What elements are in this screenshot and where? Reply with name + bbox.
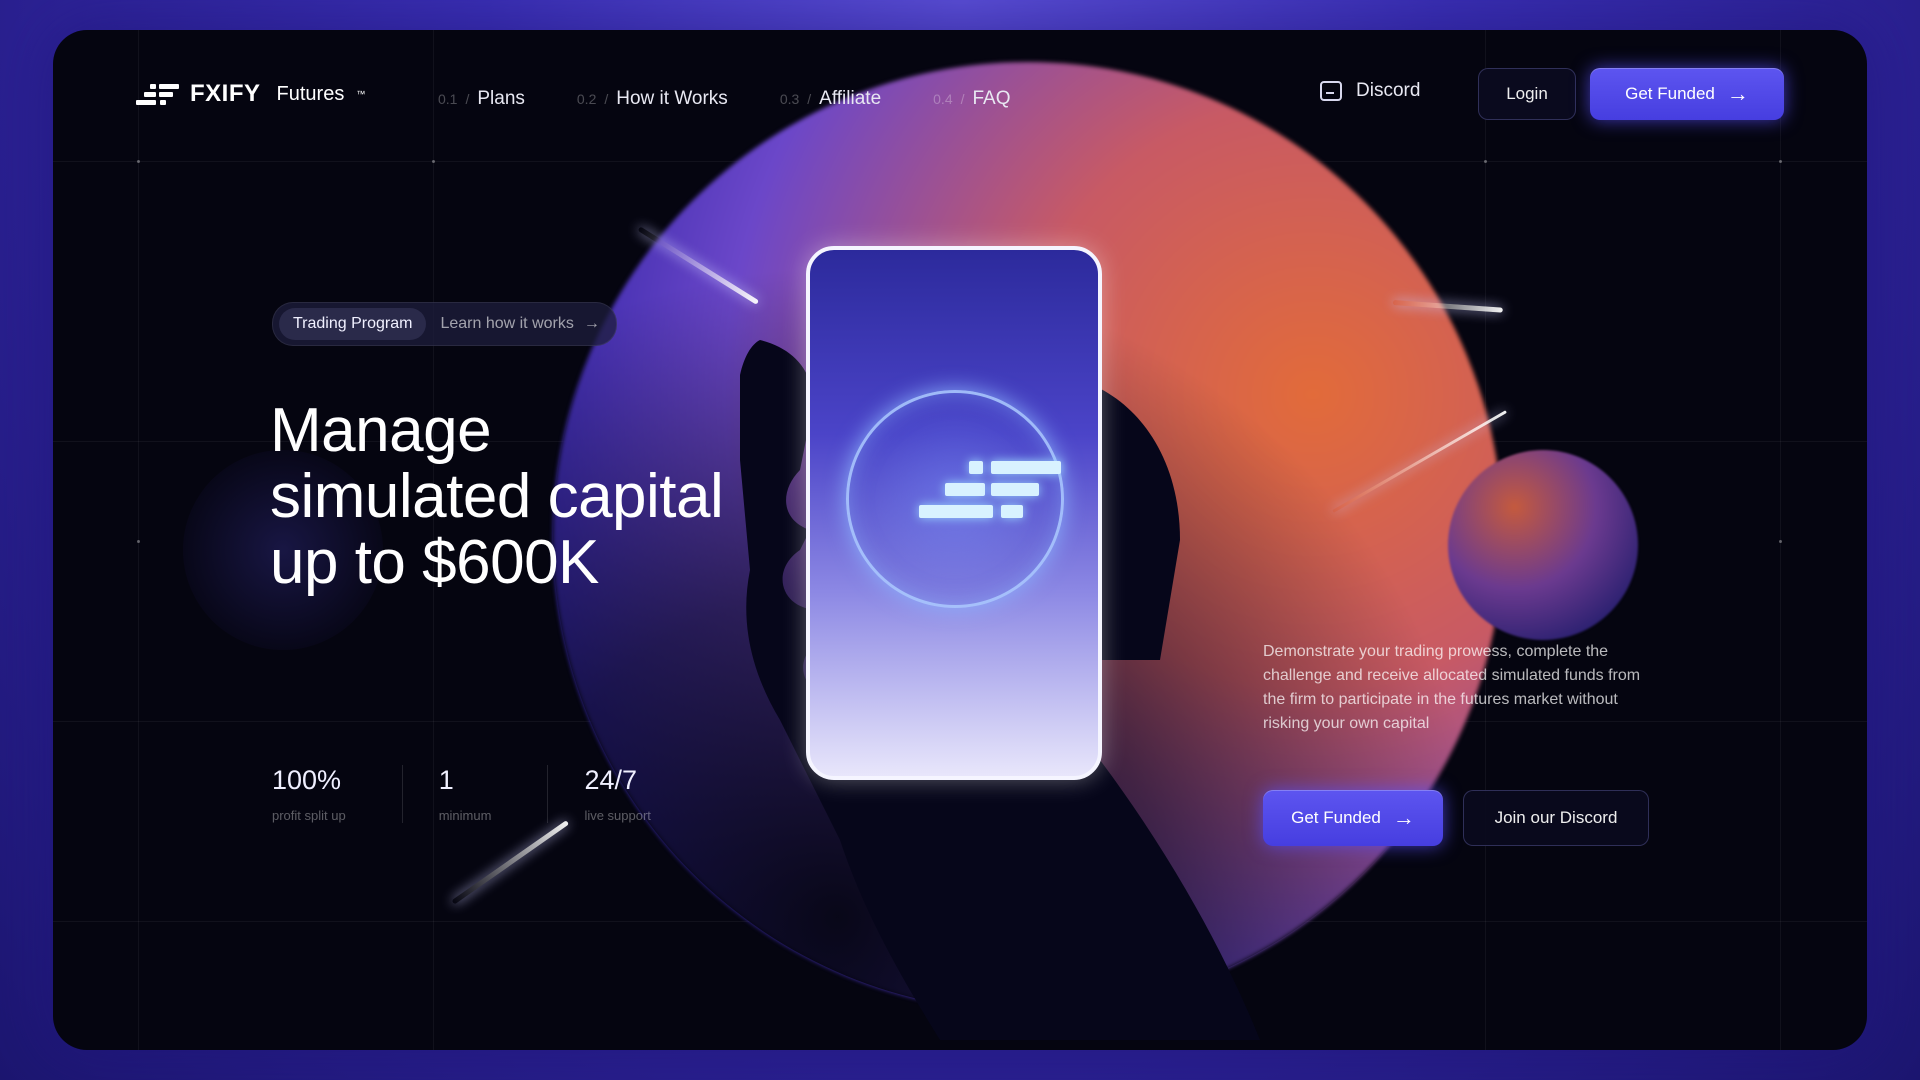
hero-headline: Manage simulated capital up to $600K	[270, 396, 724, 597]
headline-line: up to $600K	[270, 528, 599, 597]
trademark-symbol: ™	[356, 89, 366, 99]
arrow-right-icon: →	[1726, 81, 1749, 106]
grid-dot	[432, 160, 435, 163]
nav-item-plans[interactable]: 0.1 / Plans	[438, 88, 525, 110]
brand-name: FXIFY	[190, 80, 261, 107]
nav-separator: /	[960, 91, 965, 107]
discord-label: Discord	[1356, 80, 1421, 101]
get-funded-button[interactable]: Get Funded →	[1590, 68, 1784, 120]
stats-row: 100% profit split up 1 minimum 24/7 live…	[272, 765, 743, 823]
learn-how-link[interactable]: Learn how it works →	[440, 315, 609, 333]
headline-line: simulated capital	[270, 462, 724, 531]
fxify-logo-icon	[136, 81, 180, 107]
arrow-right-icon: →	[583, 315, 600, 332]
grid-dot	[1484, 160, 1487, 163]
phone-logo-ring	[846, 390, 1064, 608]
program-tag[interactable]: Trading Program	[279, 308, 427, 340]
discord-link[interactable]: Discord	[1320, 80, 1420, 102]
nav-number: 0.4	[933, 91, 953, 107]
stat-value: 1	[438, 765, 454, 795]
main-nav: 0.1 / Plans 0.2 / How it Works 0.3 / Aff…	[438, 88, 1011, 110]
stat-label: profit split up	[272, 808, 346, 823]
nav-label: Plans	[477, 88, 525, 109]
nav-number: 0.2	[576, 91, 597, 107]
login-label: Login	[1506, 84, 1548, 103]
nav-label: FAQ	[972, 88, 1011, 109]
headline-line: Manage	[270, 396, 492, 465]
grid-dot	[137, 160, 140, 163]
stat-value: 24/7	[584, 765, 637, 795]
stat-value: 100%	[272, 765, 342, 795]
discord-icon	[1320, 81, 1342, 101]
nav-item-how-it-works[interactable]: 0.2 / How it Works	[577, 88, 728, 110]
nav-item-affiliate[interactable]: 0.3 / Affiliate	[780, 88, 881, 110]
brand-product: Futures	[276, 82, 345, 105]
login-button[interactable]: Login	[1478, 68, 1576, 120]
join-discord-button[interactable]: Join our Discord	[1463, 790, 1649, 846]
grid-dot	[137, 540, 140, 543]
comet-streak	[451, 820, 570, 905]
get-funded-cta-button[interactable]: Get Funded →	[1263, 790, 1443, 846]
nav-separator: /	[807, 91, 812, 107]
join-discord-label: Join our Discord	[1494, 808, 1618, 827]
brand-logo[interactable]: FXIFY Futures ™	[136, 80, 365, 108]
phone-mockup	[806, 246, 1102, 780]
grid-dot	[1779, 160, 1782, 163]
program-pill: Trading Program Learn how it works →	[272, 302, 617, 346]
grid-dot	[1779, 540, 1782, 543]
get-funded-label: Get Funded	[1625, 84, 1715, 103]
fxify-logo-icon	[907, 461, 1061, 541]
stat-minimum: 1 minimum	[439, 765, 549, 823]
learn-how-label: Learn how it works	[440, 315, 574, 332]
nav-label: Affiliate	[819, 88, 882, 109]
stat-label: live support	[584, 808, 651, 823]
hero-description: Demonstrate your trading prowess, comple…	[1263, 643, 1641, 732]
nav-number: 0.1	[438, 91, 458, 107]
nav-separator: /	[604, 91, 609, 107]
arrow-right-icon: →	[1392, 805, 1415, 830]
background-orb-small	[1448, 450, 1638, 640]
nav-item-faq[interactable]: 0.4 / FAQ	[933, 88, 1010, 110]
nav-separator: /	[465, 91, 470, 107]
nav-number: 0.3	[779, 91, 800, 107]
nav-label: How it Works	[616, 88, 728, 109]
stat-support: 24/7 live support	[584, 765, 706, 823]
stat-profit-split: 100% profit split up	[272, 765, 403, 823]
stat-label: minimum	[438, 808, 492, 823]
get-funded-cta-label: Get Funded	[1291, 808, 1381, 827]
